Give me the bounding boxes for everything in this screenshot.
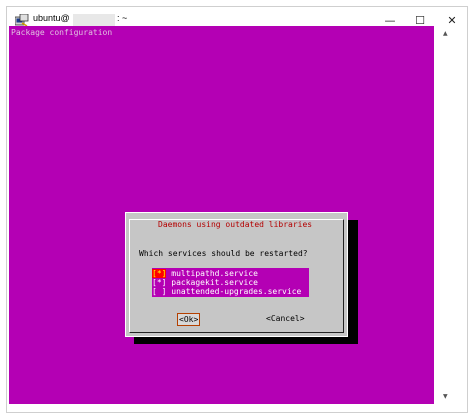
service-label: packagekit.service bbox=[171, 278, 258, 287]
cancel-button[interactable]: <Cancel> bbox=[265, 313, 306, 324]
checkbox[interactable]: [*] bbox=[152, 269, 167, 278]
window-title-suffix: : ~ bbox=[117, 13, 128, 23]
terminal-area[interactable]: Package configuration Daemons using outd… bbox=[9, 26, 434, 404]
window-title: ubuntu@ bbox=[33, 13, 70, 23]
list-item[interactable]: [ ] unattended-upgrades.service bbox=[152, 287, 301, 296]
scrollbar-thumb[interactable] bbox=[446, 36, 450, 396]
redacted-hostname bbox=[73, 14, 115, 26]
checkbox[interactable]: [ ] bbox=[152, 287, 166, 296]
checkbox[interactable]: [*] bbox=[152, 278, 166, 287]
scroll-down-arrow-icon[interactable]: ▼ bbox=[443, 393, 448, 400]
list-item[interactable]: [*] multipathd.service bbox=[152, 269, 258, 278]
service-label: unattended-upgrades.service bbox=[171, 287, 302, 296]
package-configuration-header: Package configuration bbox=[11, 28, 113, 37]
services-list[interactable]: [*] multipathd.service [*] packagekit.se… bbox=[152, 268, 309, 297]
services-restart-dialog: Daemons using outdated libraries Which s… bbox=[125, 212, 348, 337]
service-label: multipathd.service bbox=[171, 269, 258, 278]
list-item[interactable]: [*] packagekit.service bbox=[152, 278, 258, 287]
ok-button[interactable]: <Ok> bbox=[177, 313, 201, 326]
dialog-question: Which services should be restarted? bbox=[139, 249, 308, 258]
dialog-title: Daemons using outdated libraries bbox=[156, 220, 315, 229]
dialog-frame: Daemons using outdated libraries Which s… bbox=[129, 219, 344, 333]
